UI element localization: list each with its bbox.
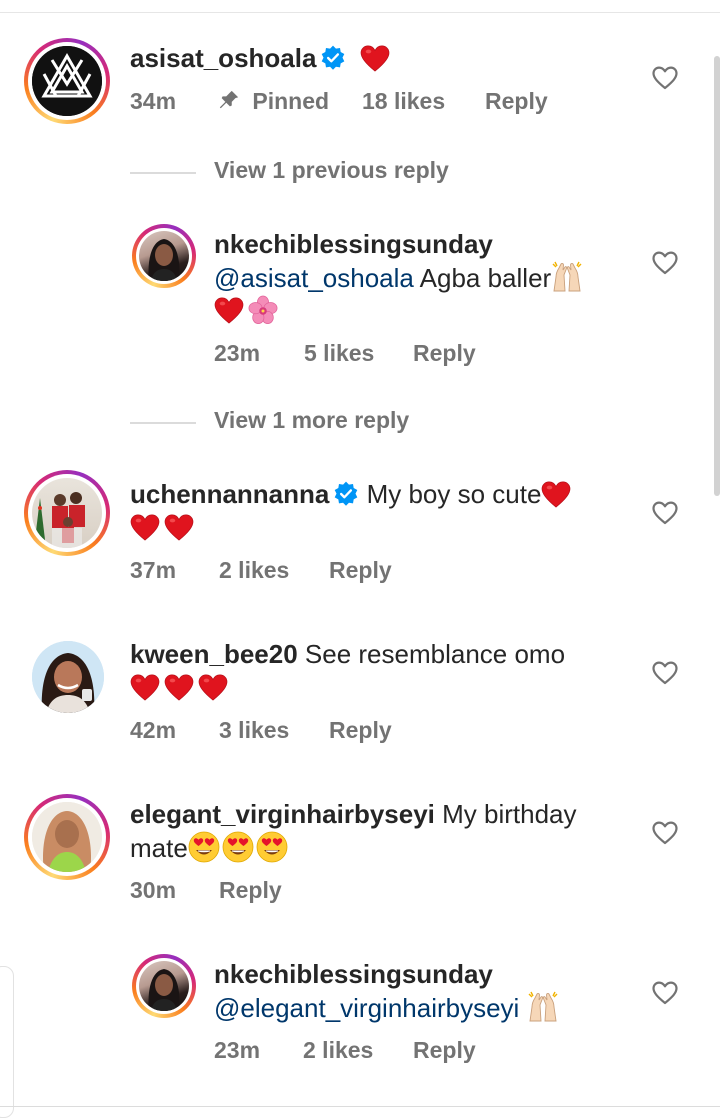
avatar[interactable] [24, 470, 110, 556]
comment-text-line2: mate [130, 831, 288, 864]
brand-logo-icon [32, 46, 102, 116]
red-heart-emoji-icon [130, 674, 160, 701]
username[interactable]: elegant_virginhairbyseyi [130, 799, 435, 829]
comment-line: kween_bee20 See resemblance omo [130, 638, 565, 670]
reply-button[interactable]: Reply [413, 1037, 476, 1064]
avatar[interactable] [24, 38, 110, 124]
like-heart-icon[interactable] [652, 251, 678, 275]
comment-time: 30m [130, 877, 177, 903]
profile-photo [148, 969, 180, 1011]
comment-line: elegant_virginhairbyseyi My birthday [130, 798, 577, 830]
red-heart-emoji-icon [198, 674, 228, 701]
likes-count[interactable]: 3 likes [219, 717, 289, 744]
red-heart-emoji-icon [130, 514, 160, 541]
comment-text: @elegant_virginhairbyseyi [214, 991, 559, 1024]
comment-time: 34m [130, 88, 177, 114]
view-previous-replies[interactable]: View 1 previous reply [130, 157, 530, 187]
avatar[interactable] [132, 224, 196, 288]
comment-body: My boy so cute [366, 479, 542, 509]
profile-photo [32, 641, 104, 713]
hibiscus-emoji-icon [248, 295, 278, 325]
red-heart-emoji-icon [164, 674, 194, 701]
avatar[interactable] [24, 794, 110, 880]
red-heart-emoji-icon [541, 481, 571, 508]
reply-button[interactable]: Reply [485, 88, 548, 115]
verified-badge-icon [320, 45, 346, 71]
likes-count[interactable]: 2 likes [303, 1037, 373, 1064]
red-heart-emoji-icon [164, 514, 194, 541]
heart-eyes-emoji-icon [188, 831, 220, 863]
mention-link[interactable]: @elegant_virginhairbyseyi [214, 993, 519, 1023]
likes-count[interactable]: 2 likes [219, 557, 289, 584]
comment-text-line2 [130, 671, 228, 703]
comment-line: nkechiblessingsunday [214, 228, 493, 260]
comment-time: 37m [130, 557, 177, 583]
likes-count[interactable]: 5 likes [304, 340, 374, 367]
view-previous-reply-label[interactable]: View 1 previous reply [214, 157, 449, 184]
username[interactable]: asisat_oshoala [130, 43, 316, 73]
comment-body-continued: mate [130, 833, 188, 863]
bottom-divider [0, 1106, 720, 1107]
comment-line: asisat_oshoala [130, 42, 390, 74]
username[interactable]: kween_bee20 [130, 639, 298, 669]
comment-body: See resemblance omo [304, 639, 566, 669]
side-panel-edge [0, 966, 14, 1118]
reply-thread-line [130, 422, 196, 424]
reply-button[interactable]: Reply [329, 557, 392, 584]
view-more-reply-label[interactable]: View 1 more reply [214, 407, 409, 434]
profile-photo [34, 492, 85, 548]
raising-hands-emoji-icon [527, 991, 559, 1023]
comment-text-line2 [130, 511, 194, 543]
reply-button[interactable]: Reply [329, 717, 392, 744]
red-heart-emoji-icon [360, 45, 390, 72]
comment-time: 23m [214, 340, 261, 366]
verified-badge-icon [333, 481, 359, 507]
like-heart-icon[interactable] [652, 981, 678, 1005]
like-heart-icon[interactable] [652, 661, 678, 685]
comment-body: Agba baller [419, 263, 552, 293]
comment-time: 23m [214, 1037, 261, 1063]
avatar[interactable] [132, 954, 196, 1018]
comment-text: @asisat_oshoala Agba baller [214, 261, 583, 294]
comment-body: My birthday [442, 799, 577, 829]
profile-photo [32, 802, 102, 872]
scrollbar[interactable] [714, 56, 720, 496]
raising-hands-emoji-icon [551, 261, 583, 293]
profile-photo [148, 239, 180, 281]
heart-eyes-emoji-icon [222, 831, 254, 863]
username[interactable]: uchennannanna [130, 479, 329, 509]
pinned-indicator: Pinned [218, 88, 329, 115]
pinned-label: Pinned [252, 88, 330, 114]
comment-time: 42m [130, 717, 177, 743]
like-heart-icon[interactable] [652, 501, 678, 525]
reply-button[interactable]: Reply [219, 877, 282, 904]
comment-line: nkechiblessingsunday [214, 958, 493, 990]
red-heart-emoji-icon [214, 297, 244, 324]
mention-link[interactable]: @asisat_oshoala [214, 263, 414, 293]
comment-text-line2 [214, 294, 278, 326]
avatar[interactable] [32, 641, 104, 713]
view-more-replies[interactable]: View 1 more reply [130, 407, 530, 437]
pin-icon [219, 90, 239, 109]
heart-eyes-emoji-icon [256, 831, 288, 863]
comment-line: uchennannanna My boy so cute [130, 478, 571, 510]
like-heart-icon[interactable] [652, 66, 678, 90]
username[interactable]: nkechiblessingsunday [214, 959, 493, 989]
reply-thread-line [130, 172, 196, 174]
like-heart-icon[interactable] [652, 821, 678, 845]
username[interactable]: nkechiblessingsunday [214, 229, 493, 259]
reply-button[interactable]: Reply [413, 340, 476, 367]
top-divider [0, 12, 720, 13]
likes-count[interactable]: 18 likes [362, 88, 445, 115]
